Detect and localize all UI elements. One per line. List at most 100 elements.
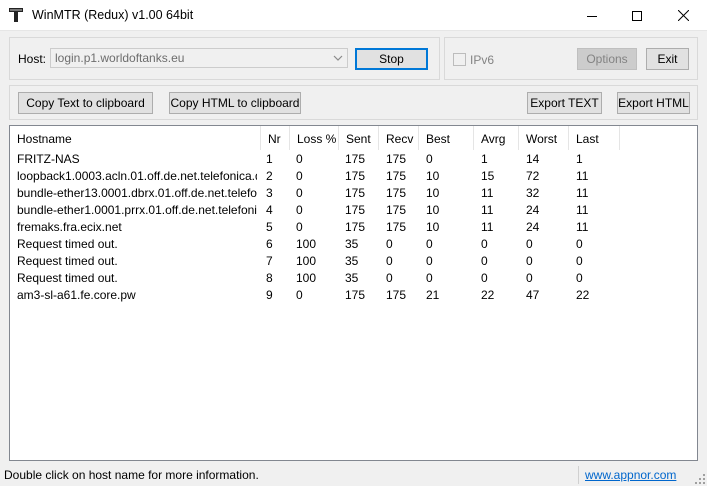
export-html-button[interactable]: Export HTML — [617, 92, 690, 114]
cell-recv: 175 — [386, 203, 407, 217]
copy-html-button[interactable]: Copy HTML to clipboard — [169, 92, 301, 114]
cell-nr: 1 — [266, 152, 273, 166]
table-row[interactable]: Request timed out. 7 100 35 0 0 0 0 0 — [10, 253, 697, 270]
table-row[interactable]: Request timed out. 8 100 35 0 0 0 0 0 — [10, 270, 697, 287]
column-header-nr[interactable]: Nr — [261, 126, 290, 150]
close-button[interactable] — [660, 0, 706, 31]
ipv6-checkbox[interactable] — [453, 53, 466, 66]
column-header-avrg[interactable]: Avrg — [474, 126, 519, 150]
cell-worst: 24 — [526, 203, 540, 217]
table-row[interactable]: bundle-ether1.0001.prrx.01.off.de.net.te… — [10, 202, 697, 219]
cell-recv: 175 — [386, 169, 407, 183]
column-header-recv[interactable]: Recv — [379, 126, 419, 150]
cell-loss: 0 — [296, 288, 303, 302]
column-header-last[interactable]: Last — [569, 126, 620, 150]
cell-avrg: 11 — [481, 186, 494, 200]
cell-best: 0 — [426, 271, 433, 285]
cell-best: 0 — [426, 254, 433, 268]
cell-worst: 32 — [526, 186, 540, 200]
cell-last: 11 — [576, 169, 589, 183]
cell-worst: 72 — [526, 169, 540, 183]
cell-loss: 0 — [296, 152, 303, 166]
host-combobox[interactable]: login.p1.worldoftanks.eu — [50, 48, 348, 68]
export-text-button[interactable]: Export TEXT — [527, 92, 602, 114]
minimize-icon — [587, 15, 597, 17]
cell-nr: 7 — [266, 254, 273, 268]
cell-recv: 175 — [386, 186, 407, 200]
table-row[interactable]: am3-sl-a61.fe.core.pw 9 0 175 175 21 22 47 22 — [10, 287, 697, 304]
stop-button[interactable]: Stop — [355, 48, 428, 70]
cell-best: 10 — [426, 186, 440, 200]
cell-sent: 35 — [345, 271, 359, 285]
copy-text-button[interactable]: Copy Text to clipboard — [18, 92, 153, 114]
cell-nr: 2 — [266, 169, 273, 183]
cell-loss: 100 — [296, 237, 317, 251]
cell-recv: 0 — [386, 271, 393, 285]
cell-best: 0 — [426, 152, 433, 166]
maximize-button[interactable] — [614, 0, 660, 31]
cell-worst: 0 — [526, 237, 533, 251]
cell-hostname: fremaks.fra.ecix.net — [17, 220, 122, 234]
cell-hostname: Request timed out. — [17, 237, 118, 251]
cell-loss: 0 — [296, 203, 303, 217]
table-row[interactable]: fremaks.fra.ecix.net 5 0 175 175 10 11 24 11 — [10, 219, 697, 236]
app-icon — [9, 8, 23, 22]
column-header-best[interactable]: Best — [419, 126, 474, 150]
cell-recv: 175 — [386, 288, 407, 302]
cell-loss: 0 — [296, 186, 303, 200]
title-bar: WinMTR (Redux) v1.00 64bit — [0, 0, 707, 31]
cell-hostname: bundle-ether13.0001.dbrx.01.off.de.net.t… — [17, 186, 257, 200]
cell-recv: 0 — [386, 254, 393, 268]
cell-avrg: 15 — [481, 169, 495, 183]
column-header-sent[interactable]: Sent — [339, 126, 379, 150]
cell-worst: 0 — [526, 254, 533, 268]
close-icon — [677, 10, 689, 21]
cell-loss: 100 — [296, 271, 317, 285]
cell-sent: 175 — [345, 169, 366, 183]
cell-nr: 9 — [266, 288, 273, 302]
cell-recv: 175 — [386, 220, 407, 234]
table-row[interactable]: loopback1.0003.acln.01.off.de.net.telefo… — [10, 168, 697, 185]
column-header-hostname[interactable]: Hostname — [10, 126, 261, 150]
cell-sent: 175 — [345, 220, 366, 234]
cell-avrg: 0 — [481, 254, 488, 268]
column-header-loss[interactable]: Loss % — [290, 126, 339, 150]
cell-loss: 0 — [296, 220, 303, 234]
cell-sent: 35 — [345, 254, 359, 268]
cell-worst: 14 — [526, 152, 540, 166]
table-row[interactable]: FRITZ-NAS 1 0 175 175 0 1 14 1 — [10, 151, 697, 168]
resize-grip-icon[interactable] — [695, 474, 705, 484]
column-header-worst[interactable]: Worst — [519, 126, 569, 150]
cell-hostname: loopback1.0003.acln.01.off.de.net.telefo… — [17, 169, 257, 183]
table-row[interactable]: Request timed out. 6 100 35 0 0 0 0 0 — [10, 236, 697, 253]
status-bar: Double click on host name for more infor… — [0, 463, 707, 486]
cell-avrg: 1 — [481, 152, 488, 166]
exit-button[interactable]: Exit — [646, 48, 689, 70]
cell-sent: 175 — [345, 203, 366, 217]
chevron-down-icon[interactable] — [329, 49, 347, 67]
cell-worst: 47 — [526, 288, 540, 302]
cell-best: 10 — [426, 169, 440, 183]
cell-avrg: 0 — [481, 237, 488, 251]
cell-last: 11 — [576, 186, 589, 200]
cell-last: 0 — [576, 237, 583, 251]
cell-last: 0 — [576, 271, 583, 285]
cell-avrg: 11 — [481, 203, 494, 217]
minimize-button[interactable] — [569, 0, 615, 31]
cell-best: 10 — [426, 203, 440, 217]
cell-recv: 175 — [386, 152, 407, 166]
cell-loss: 0 — [296, 169, 303, 183]
cell-hostname: FRITZ-NAS — [17, 152, 80, 166]
cell-nr: 4 — [266, 203, 273, 217]
cell-nr: 3 — [266, 186, 273, 200]
cell-sent: 175 — [345, 152, 366, 166]
cell-avrg: 0 — [481, 271, 488, 285]
cell-worst: 24 — [526, 220, 540, 234]
options-button[interactable]: Options — [577, 48, 637, 70]
cell-loss: 100 — [296, 254, 317, 268]
cell-worst: 0 — [526, 271, 533, 285]
cell-best: 0 — [426, 237, 433, 251]
table-row[interactable]: bundle-ether13.0001.dbrx.01.off.de.net.t… — [10, 185, 697, 202]
results-table[interactable]: Hostname Nr Loss % Sent Recv Best Avrg W… — [9, 125, 698, 461]
website-link[interactable]: www.appnor.com — [585, 468, 676, 482]
